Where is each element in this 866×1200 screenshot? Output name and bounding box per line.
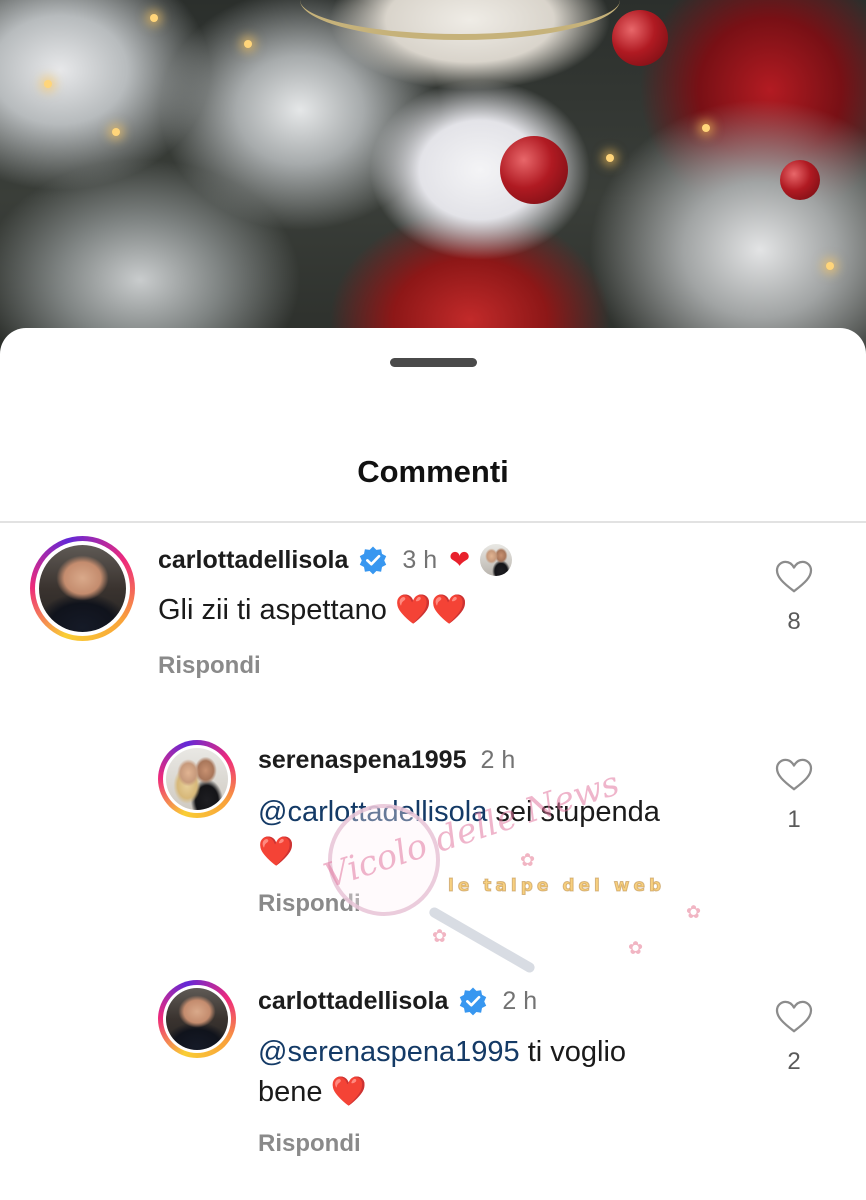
heart-emoji: ❤️ — [258, 836, 295, 868]
string-light — [150, 14, 158, 22]
comment-time: 2 h — [480, 746, 516, 774]
avatar[interactable] — [158, 740, 236, 818]
comments-sheet: Commenti carlottadellisola 3 h ❤ Gli zii… — [0, 328, 866, 1200]
string-light — [606, 154, 614, 162]
comment-body: ti voglio — [519, 1036, 627, 1068]
string-light — [112, 128, 120, 136]
comment-text: @carlottadellisola sei stupenda — [258, 792, 660, 832]
comment-body: sei stupenda — [487, 796, 660, 828]
avatar-image — [166, 988, 228, 1050]
like-count: 2 — [787, 1048, 801, 1075]
comment-body: Gli zii ti aspettano — [158, 594, 387, 626]
comment-reply-item: serenaspena1995 2 h @carlottadellisola s… — [0, 740, 866, 940]
sheet-title: Commenti — [357, 454, 509, 489]
comment-reply-item: carlottadellisola 2 h @serenaspena1995 t… — [0, 980, 866, 1180]
verified-badge-icon — [460, 987, 487, 1016]
string-light — [702, 124, 710, 132]
avatar[interactable] — [30, 536, 135, 641]
reply-button[interactable]: Rispondi — [158, 652, 261, 680]
comment-time: 2 h — [502, 986, 538, 1015]
author-mini-avatar — [480, 544, 513, 576]
red-berry-ornament — [500, 136, 568, 204]
avatar-image — [166, 748, 228, 810]
verified-badge-icon — [360, 546, 387, 575]
mention-link[interactable]: @carlottadellisola — [258, 796, 487, 828]
comment-text: Gli zii ti aspettano ❤️❤️ — [158, 590, 467, 630]
like-count: 8 — [787, 608, 801, 635]
avatar-image — [39, 545, 126, 632]
ornament-decoration — [300, 0, 620, 40]
comment-body: bene — [258, 1076, 323, 1108]
like-control[interactable]: 2 — [764, 1000, 824, 1076]
like-control[interactable]: 8 — [764, 560, 824, 636]
heart-emoji: ❤️❤️ — [394, 594, 468, 626]
author-liked-heart-icon: ❤ — [449, 545, 471, 574]
mention-link[interactable]: @serenaspena1995 — [258, 1036, 520, 1068]
red-berry-ornament — [612, 10, 668, 66]
comment-text-line2: ❤️ — [258, 832, 294, 872]
divider — [0, 521, 866, 523]
reply-button[interactable]: Rispondi — [258, 890, 361, 918]
string-light — [826, 262, 834, 270]
like-count: 1 — [787, 806, 801, 833]
comment-username[interactable]: carlottadellisola — [158, 546, 348, 575]
heart-emoji: ❤️ — [330, 1076, 367, 1108]
heart-outline-icon[interactable] — [775, 1000, 813, 1034]
drag-handle-icon[interactable] — [390, 358, 477, 367]
heart-outline-icon[interactable] — [775, 758, 813, 792]
red-berry-ornament — [780, 160, 820, 200]
comment-username[interactable]: carlottadellisola — [258, 987, 448, 1016]
post-background-photo — [0, 0, 866, 360]
string-light — [244, 40, 252, 48]
reply-button[interactable]: Rispondi — [258, 1130, 361, 1158]
comment-username[interactable]: serenaspena1995 — [258, 746, 466, 775]
comment-item: carlottadellisola 3 h ❤ Gli zii ti aspet… — [0, 536, 866, 686]
heart-outline-icon[interactable] — [775, 560, 813, 594]
like-control[interactable]: 1 — [764, 758, 824, 834]
comment-text-line2: bene ❤️ — [258, 1072, 367, 1112]
avatar[interactable] — [158, 980, 236, 1058]
comment-time: 3 h — [402, 545, 438, 574]
string-light — [44, 80, 52, 88]
comment-text: @serenaspena1995 ti voglio — [258, 1032, 626, 1072]
